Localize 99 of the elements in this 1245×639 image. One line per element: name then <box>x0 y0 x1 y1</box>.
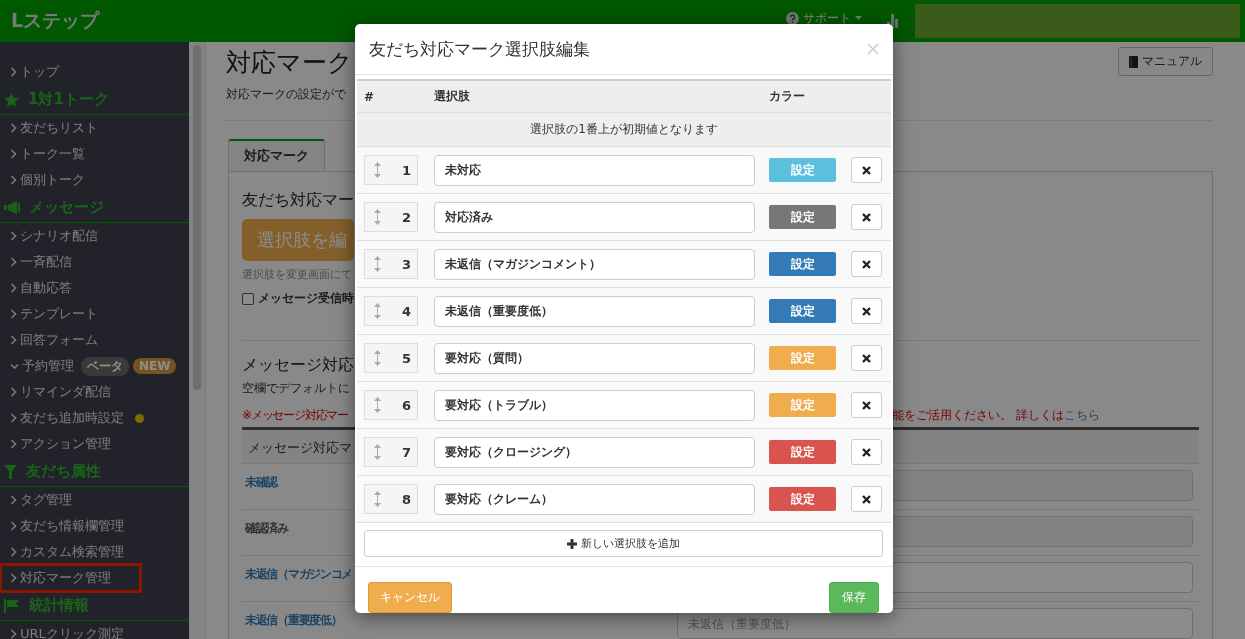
nav-link[interactable]: シナリオ配信 <box>2 224 101 248</box>
option-input[interactable]: 要対応（質問） <box>434 342 755 374</box>
color-button[interactable]: 設定 <box>769 299 836 323</box>
nav-link[interactable]: リマインダ配信 <box>2 380 114 404</box>
close-icon <box>862 165 871 175</box>
nav-link[interactable]: 予約管理 <box>2 354 77 378</box>
color-button[interactable]: 設定 <box>769 440 836 464</box>
book-icon <box>1129 55 1138 68</box>
mark-link[interactable]: 未返信（重要度低） <box>245 612 342 629</box>
delete-button[interactable] <box>851 439 882 465</box>
close-icon <box>862 259 871 269</box>
nav-link[interactable]: テンプレート <box>2 302 101 326</box>
drag-handle[interactable]: 7 <box>364 437 418 467</box>
delete-button[interactable] <box>851 251 882 277</box>
mark-link[interactable]: 未返信（マガジンコメ <box>245 566 352 583</box>
badge: ベータ <box>81 356 129 376</box>
option-input[interactable]: 要対応（トラブル） <box>434 389 755 421</box>
drag-handle[interactable]: 4 <box>364 296 418 326</box>
nav-link[interactable]: 友だち追加時設定 <box>2 406 127 430</box>
color-button[interactable]: 設定 <box>769 158 836 182</box>
delete-button[interactable] <box>851 392 882 418</box>
warning-text: 能をご活用ください。 詳しくは <box>892 407 1064 424</box>
option-input[interactable]: 要対応（クロージング） <box>434 436 755 468</box>
checkbox-label: メッセージ受信時 <box>258 290 354 307</box>
star-icon <box>4 92 19 107</box>
color-button[interactable]: 設定 <box>769 252 836 276</box>
filter-icon <box>4 464 17 479</box>
updown-arrow-icon <box>374 444 381 460</box>
close-icon <box>862 447 871 457</box>
column-header: # <box>364 89 376 104</box>
close-icon <box>862 400 871 410</box>
drag-handle[interactable]: 5 <box>364 343 418 373</box>
option-input[interactable]: 要対応（クレーム） <box>434 483 755 515</box>
save-button[interactable]: 保存 <box>829 582 879 613</box>
plus-icon <box>567 538 577 549</box>
badge: NEW <box>133 358 177 374</box>
delete-button[interactable] <box>851 204 882 230</box>
nav-link[interactable]: アクション管理 <box>2 432 114 456</box>
updown-arrow-icon <box>374 350 381 366</box>
drag-handle[interactable]: 8 <box>364 484 418 514</box>
delete-button[interactable] <box>851 486 882 512</box>
nav-link[interactable]: URLクリック測定 <box>2 622 127 639</box>
close-icon <box>867 43 879 55</box>
section-heading: メッセージ対応 <box>242 355 354 376</box>
nav-link[interactable]: 対応マーク管理 <box>2 566 139 590</box>
updown-arrow-icon <box>374 162 381 178</box>
flag-icon <box>4 598 20 613</box>
help-link[interactable]: こちら <box>1063 407 1100 424</box>
column-header: カラー <box>769 88 806 105</box>
close-icon <box>862 212 871 222</box>
updown-arrow-icon <box>374 303 381 319</box>
tab[interactable]: 対応マーク <box>228 139 325 171</box>
column-header: 選択肢 <box>434 88 471 105</box>
nav-link[interactable]: 自動応答 <box>2 276 75 300</box>
delete-button[interactable] <box>851 157 882 183</box>
section-heading: 友だち属性 <box>26 462 101 481</box>
section-heading: 1対1トーク <box>28 90 109 109</box>
color-button[interactable]: 設定 <box>769 205 836 229</box>
section-description: 空欄でデフォルトに <box>242 380 350 397</box>
option-input[interactable]: 未返信（マガジンコメント） <box>434 248 755 280</box>
nav-link[interactable]: 個別トーク <box>2 168 88 192</box>
option-input[interactable]: 未返信（重要度低） <box>434 295 755 327</box>
delete-button[interactable] <box>851 345 882 371</box>
updown-arrow-icon <box>374 209 381 225</box>
nav-link[interactable]: カスタム検索管理 <box>2 540 127 564</box>
help-icon <box>786 11 799 25</box>
option-input[interactable]: 未対応 <box>434 154 755 186</box>
dialog-title: 友だち対応マーク選択肢編集 <box>369 37 590 61</box>
section-heading: 友だち対応マー <box>242 190 354 211</box>
drag-handle[interactable]: 1 <box>364 155 418 185</box>
updown-arrow-icon <box>374 256 381 272</box>
close-icon <box>862 494 871 504</box>
nav-link[interactable]: 友だちリスト <box>2 116 101 140</box>
nav-link[interactable]: トップ <box>2 60 62 84</box>
warning-text: ※メッセージ対応マー <box>242 407 350 424</box>
caret-icon <box>855 16 862 20</box>
drag-handle[interactable]: 3 <box>364 249 418 279</box>
option-input[interactable]: 対応済み <box>434 201 755 233</box>
color-button[interactable]: 設定 <box>769 487 836 511</box>
nav-link[interactable]: 友だち情報欄管理 <box>2 514 127 538</box>
section-heading: メッセージ <box>29 198 104 217</box>
page-title: 対応マーク <box>226 47 353 79</box>
close-icon <box>862 353 871 363</box>
mark-label: 確認済み <box>245 520 288 537</box>
note-text: 選択肢の1番上が初期値となります <box>357 113 891 147</box>
checkbox[interactable] <box>242 292 254 305</box>
section-heading: 統計情報 <box>29 596 89 615</box>
megaphone-icon <box>4 201 20 214</box>
nav-link[interactable]: タグ管理 <box>2 488 75 512</box>
manual-button[interactable]: マニュアル <box>1118 47 1213 76</box>
updown-arrow-icon <box>374 491 381 507</box>
updown-arrow-icon <box>374 397 381 413</box>
page-description: 対応マークの設定がで <box>226 86 346 103</box>
drag-handle[interactable]: 6 <box>364 390 418 420</box>
delete-button[interactable] <box>851 298 882 324</box>
close-icon <box>862 306 871 316</box>
drag-handle[interactable]: 2 <box>364 202 418 232</box>
add-option-button[interactable]: 新しい選択肢を追加 <box>364 530 883 557</box>
nav-link[interactable]: 回答フォーム <box>2 328 101 352</box>
